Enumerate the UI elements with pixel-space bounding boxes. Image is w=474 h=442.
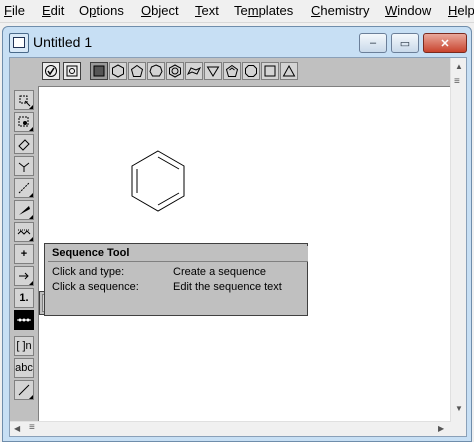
vertical-scrollbar[interactable]: ▲ ≡ ▼ [450,58,466,422]
text-tool-button[interactable]: abc [14,358,34,378]
menu-bar: File Edit Options Object Text Templates … [0,0,474,23]
cyclopentadiene-tool-icon[interactable] [223,62,241,80]
menu-edit[interactable]: Edit [42,3,64,18]
check-icon[interactable] [42,62,60,80]
menu-options[interactable]: Options [79,3,124,18]
hexagon-tool-icon[interactable] [109,62,127,80]
numbering-tool-button[interactable]: 1. [14,288,34,308]
minimize-button[interactable]: – [359,33,387,53]
tooltip-result: Edit the sequence text [173,281,282,293]
document-client: + 1. [ ]n abc Sequence Tool Click and ty… [9,57,467,437]
marquee-icon[interactable] [14,112,34,132]
scroll-right-icon[interactable]: ▶ [438,424,444,433]
maximize-button[interactable]: ▭ [391,33,419,53]
window-title: Untitled 1 [33,34,93,50]
scroll-up-icon[interactable]: ▲ [455,62,463,71]
resize-grip-icon[interactable] [451,422,466,436]
triangle-tool-icon[interactable] [280,62,298,80]
sequence-tool-tooltip: Sequence Tool Click and type: Create a s… [44,243,308,316]
scroll-left-icon[interactable]: ◀ [14,424,20,433]
wedge-bond-icon[interactable] [14,200,34,220]
tooltip-action: Click and type: [52,266,125,278]
arrow-tool-icon[interactable] [14,266,34,286]
atom-map-icon[interactable] [14,156,34,176]
menu-object[interactable]: Object [141,3,179,18]
menu-templates[interactable]: Templates [234,3,293,18]
close-button[interactable]: ✕ [423,33,467,53]
menu-help[interactable]: Help [448,3,474,18]
square-tool-icon[interactable] [261,62,279,80]
chain-tool-icon[interactable] [14,222,34,242]
hscroll-thumb-icon[interactable]: ≡ [29,422,35,433]
settings-icon[interactable] [63,62,81,80]
eraser-icon[interactable] [14,134,34,154]
scroll-thumb-icon[interactable]: ≡ [454,76,460,87]
menu-text[interactable]: Text [195,3,219,18]
plus-charge-icon[interactable]: + [14,244,34,264]
chair-cyclohexane-icon[interactable] [185,62,203,80]
benzene-tool-icon[interactable] [166,62,184,80]
menu-window[interactable]: Window [385,3,431,18]
bracket-tool-button[interactable]: [ ]n [14,336,34,356]
heptagon-tool-icon[interactable] [147,62,165,80]
horizontal-scrollbar[interactable]: ◀ ≡ ▶ [10,421,451,436]
main-toolbar: + 1. [ ]n abc [10,86,39,422]
tooltip-action: Click a sequence: [52,281,139,293]
tooltip-title: Sequence Tool [48,246,308,262]
cyclooctane-tool-icon[interactable] [242,62,260,80]
template-select-icon[interactable] [90,62,108,80]
pentagon-tool-icon[interactable] [128,62,146,80]
document-window: Untitled 1 – ▭ ✕ + 1. []n abc Sequence … [2,26,472,442]
triangle-down-tool-icon[interactable] [204,62,222,80]
lasso-icon[interactable] [14,90,34,110]
app-icon[interactable] [9,33,29,53]
menu-file[interactable]: File [4,3,25,18]
bond-tool-icon[interactable] [14,178,34,198]
line-tool-icon[interactable] [14,380,34,400]
title-bar[interactable]: Untitled 1 – ▭ ✕ [3,27,471,57]
sequence-tool-icon[interactable] [14,310,34,330]
ring-template-toolbar [10,58,451,87]
tooltip-result: Create a sequence [173,266,266,278]
menu-chemistry[interactable]: Chemistry [311,3,370,18]
scroll-down-icon[interactable]: ▼ [455,404,463,413]
